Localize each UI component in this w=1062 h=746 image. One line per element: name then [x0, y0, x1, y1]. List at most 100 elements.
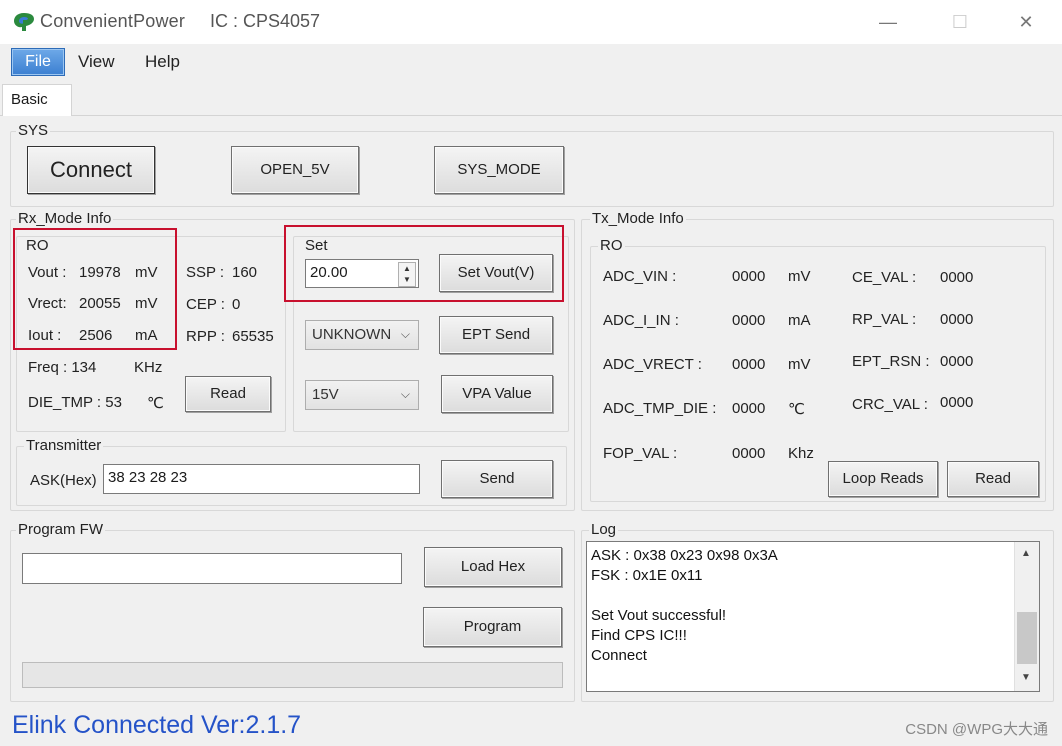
iout-unit: mA [135, 327, 158, 344]
log-line: FSK : 0x1E 0x11 [591, 567, 703, 584]
adc-tmp-die-value: 0000 [732, 400, 766, 417]
set-vout-button[interactable]: Set Vout(V) [439, 254, 553, 292]
chevron-down-icon: ⌵ [400, 387, 410, 401]
vrect-label: Vrect: [28, 295, 67, 312]
log-line: Find CPS IC!!! [591, 627, 687, 644]
tx-ro-label: RO [598, 237, 625, 254]
ce-val-label: CE_VAL : [852, 269, 917, 286]
ept-send-button[interactable]: EPT Send [439, 316, 553, 354]
set-group-label: Set [305, 237, 328, 254]
scroll-up-icon[interactable]: ▲ [1021, 548, 1031, 559]
crc-val-value: 0000 [940, 394, 974, 411]
vout-spinbox-value: 20.00 [310, 264, 348, 281]
tx-read-button[interactable]: Read [947, 461, 1039, 497]
ask-hex-input[interactable]: 38 23 28 23 [103, 464, 420, 494]
ce-val-value: 0000 [940, 269, 974, 286]
iout-value: 2506 [79, 327, 113, 344]
crc-val-label: CRC_VAL : [852, 396, 928, 413]
load-hex-button[interactable]: Load Hex [424, 547, 562, 587]
app-logo-icon [14, 13, 34, 31]
sys-group-label: SYS [16, 122, 51, 139]
log-group-label: Log [589, 521, 619, 538]
connect-button[interactable]: Connect [27, 146, 155, 194]
spin-arrows[interactable]: ▲ ▼ [398, 262, 416, 287]
program-fw-group-label: Program FW [16, 521, 106, 538]
adc-vin-unit: mV [788, 268, 811, 285]
adc-vrect-label: ADC_VRECT : [603, 356, 702, 373]
freq-label: Freq : 134 [28, 359, 97, 376]
watermark: CSDN @WPG大大通 [905, 721, 1048, 738]
ept-rsn-label: EPT_RSN : [852, 353, 930, 370]
tab-divider [0, 115, 1062, 116]
vrect-unit: mV [135, 295, 158, 312]
ssp-label: SSP : [186, 264, 225, 281]
scroll-down-icon[interactable]: ▼ [1021, 672, 1031, 683]
ic-label: IC : CPS4057 [210, 11, 321, 31]
log-scroll-thumb[interactable] [1017, 612, 1037, 664]
rpp-label: RPP : [186, 328, 225, 345]
app-name: ConvenientPower [40, 11, 186, 31]
vpa-value-button[interactable]: VPA Value [441, 375, 553, 413]
adc-iin-value: 0000 [732, 312, 766, 329]
vout-unit: mV [135, 264, 158, 281]
voltage-select[interactable]: 15V ⌵ [305, 380, 419, 410]
rx-mode-group-label: Rx_Mode Info [16, 210, 114, 227]
adc-vrect-value: 0000 [732, 356, 766, 373]
program-button[interactable]: Program [423, 607, 562, 647]
vrect-value: 20055 [79, 295, 121, 312]
minimize-button[interactable]: — [868, 8, 908, 36]
mode-select-value: UNKNOWN [312, 326, 392, 343]
transmitter-group-label: Transmitter [24, 437, 104, 454]
loop-reads-button[interactable]: Loop Reads [828, 461, 938, 497]
menu-view[interactable]: View [78, 52, 115, 72]
ept-rsn-value: 0000 [940, 353, 974, 370]
menu-file[interactable]: File [11, 48, 65, 76]
adc-iin-label: ADC_I_IN : [603, 312, 679, 329]
maximize-button[interactable]: ☐ [940, 8, 980, 36]
adc-vin-label: ADC_VIN : [603, 268, 677, 285]
die-tmp-unit: ℃ [147, 395, 164, 412]
adc-iin-unit: mA [788, 312, 811, 329]
rx-read-button[interactable]: Read [185, 376, 271, 412]
log-content: ASK : 0x38 0x23 0x98 0x3A FSK : 0x1E 0x1… [591, 546, 778, 666]
cep-label: CEP : [186, 296, 225, 313]
tab-basic[interactable]: Basic [2, 84, 72, 116]
log-scrollbar[interactable]: ▲ ▼ [1014, 542, 1039, 691]
fop-val-unit: Khz [788, 445, 814, 462]
rp-val-label: RP_VAL : [852, 311, 917, 328]
rp-val-value: 0000 [940, 311, 974, 328]
log-line: Set Vout successful! [591, 607, 727, 624]
spin-up-icon[interactable]: ▲ [399, 263, 415, 274]
ssp-value: 160 [232, 264, 258, 281]
log-line: Connect [591, 647, 647, 664]
chevron-down-icon: ⌵ [400, 327, 410, 341]
adc-vrect-unit: mV [788, 356, 811, 373]
log-line: ASK : 0x38 0x23 0x98 0x3A [591, 547, 778, 564]
rpp-value: 65535 [232, 328, 274, 345]
firmware-path-input[interactable] [22, 553, 402, 584]
mode-select[interactable]: UNKNOWN ⌵ [305, 320, 419, 350]
adc-tmp-die-label: ADC_TMP_DIE : [603, 400, 717, 417]
program-progress-bar [22, 662, 563, 688]
spin-down-icon[interactable]: ▼ [399, 274, 415, 285]
vout-value: 19978 [79, 264, 121, 281]
ask-hex-label: ASK(Hex) [30, 472, 97, 489]
vout-label: Vout : [28, 264, 67, 281]
sys-mode-button[interactable]: SYS_MODE [434, 146, 564, 194]
rx-ro-label: RO [26, 237, 49, 254]
freq-unit: KHz [134, 359, 163, 376]
iout-label: Iout : [28, 327, 62, 344]
die-tmp-label: DIE_TMP : 53 [28, 394, 122, 411]
log-textarea[interactable]: ASK : 0x38 0x23 0x98 0x3A FSK : 0x1E 0x1… [586, 541, 1040, 692]
fop-val-value: 0000 [732, 445, 766, 462]
close-button[interactable]: ✕ [1006, 8, 1046, 36]
adc-vin-value: 0000 [732, 268, 766, 285]
menu-help[interactable]: Help [145, 52, 180, 72]
status-text: Elink Connected Ver:2.1.7 [12, 711, 302, 739]
send-button[interactable]: Send [441, 460, 553, 498]
cep-value: 0 [232, 296, 241, 313]
vout-spinbox[interactable]: 20.00 ▲ ▼ [305, 259, 419, 288]
open-5v-button[interactable]: OPEN_5V [231, 146, 359, 194]
voltage-select-value: 15V [312, 386, 339, 403]
